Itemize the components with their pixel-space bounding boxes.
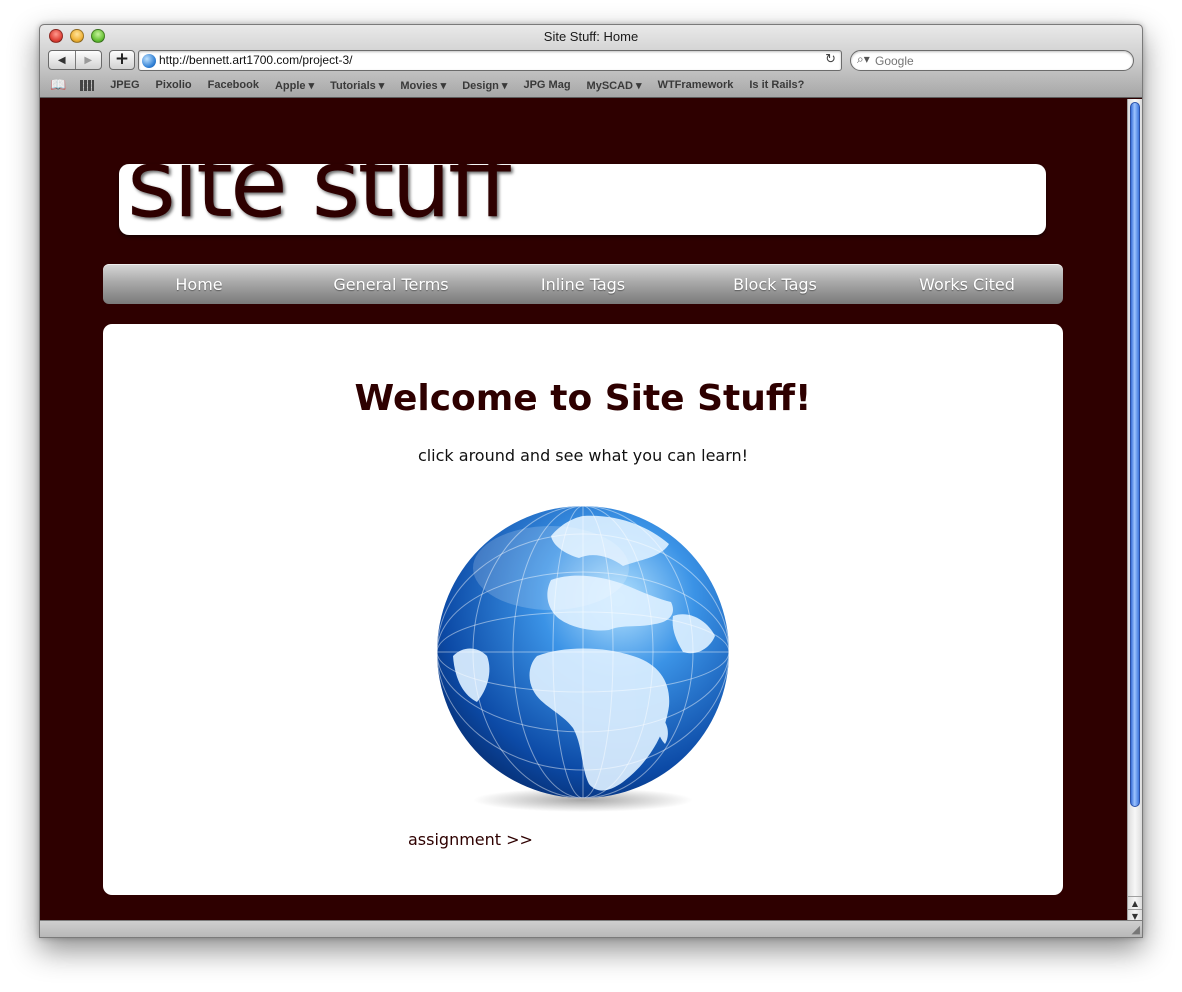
bookmark-jpeg[interactable]: JPEG [110,79,139,91]
nav-general-terms[interactable]: General Terms [295,264,487,304]
browser-window: Site Stuff: Home ◀ ▶ + http://bennett.ar… [39,24,1143,938]
browser-toolbar: Site Stuff: Home ◀ ▶ + http://bennett.ar… [40,25,1142,98]
url-text[interactable]: http://bennett.art1700.com/project-3/ [159,53,352,67]
book-icon[interactable]: 📖 [50,77,66,93]
resize-grip-icon[interactable]: ◢ [1132,923,1140,936]
add-bookmark-button[interactable]: + [109,50,135,70]
nav-home[interactable]: Home [103,264,295,304]
reload-icon[interactable]: ↻ [825,52,836,67]
site-favicon-icon [142,54,156,68]
nav-works-cited[interactable]: Works Cited [871,264,1063,304]
bookmark-tutorials[interactable]: Tutorials ▾ [330,79,384,92]
magnifier-icon[interactable]: ⌕▾ [857,52,870,67]
site-navigation: Home General Terms Inline Tags Block Tag… [103,264,1063,304]
bookmark-myscad[interactable]: MySCAD ▾ [587,79,642,92]
bookmark-facebook[interactable]: Facebook [208,79,259,91]
bookmark-pixolio[interactable]: Pixolio [156,79,192,91]
vertical-scrollbar[interactable]: ▲ ▼ [1127,99,1142,922]
scroll-up-icon[interactable]: ▲ [1128,896,1142,909]
globe-image [433,506,733,816]
back-arrow-icon[interactable]: ◀ [49,51,75,69]
bookmark-movies[interactable]: Movies ▾ [400,79,446,92]
grid-icon[interactable] [80,79,95,91]
nav-block-tags[interactable]: Block Tags [679,264,871,304]
status-bar: ◢ [40,920,1142,937]
search-field[interactable]: ⌕▾ [850,50,1134,71]
window-title: Site Stuff: Home [543,29,639,44]
bookmarks-bar: 📖 JPEG Pixolio Facebook Apple ▾ Tutorial… [50,76,820,94]
bookmark-design[interactable]: Design ▾ [462,79,507,92]
bookmark-is-it-rails[interactable]: Is it Rails? [749,79,804,91]
main-content: Welcome to Site Stuff! click around and … [103,324,1063,895]
page-subtitle: click around and see what you can learn! [417,446,749,465]
bookmark-wtframework[interactable]: WTFramework [658,79,734,91]
scrollbar-thumb[interactable] [1130,102,1140,807]
address-bar[interactable]: http://bennett.art1700.com/project-3/ ↻ [138,50,842,71]
assignment-link[interactable]: assignment >> [408,830,533,849]
bookmark-jpg-mag[interactable]: JPG Mag [523,79,570,91]
forward-arrow-icon[interactable]: ▶ [74,51,102,69]
nav-inline-tags[interactable]: Inline Tags [487,264,679,304]
page-title: Welcome to Site Stuff! [354,378,812,419]
bookmark-apple[interactable]: Apple ▾ [275,79,314,92]
search-input[interactable] [875,52,1125,69]
site-logo: site stuff [127,164,511,235]
history-navigation: ◀ ▶ [48,50,102,70]
site-logo-banner: site stuff [119,164,1046,235]
